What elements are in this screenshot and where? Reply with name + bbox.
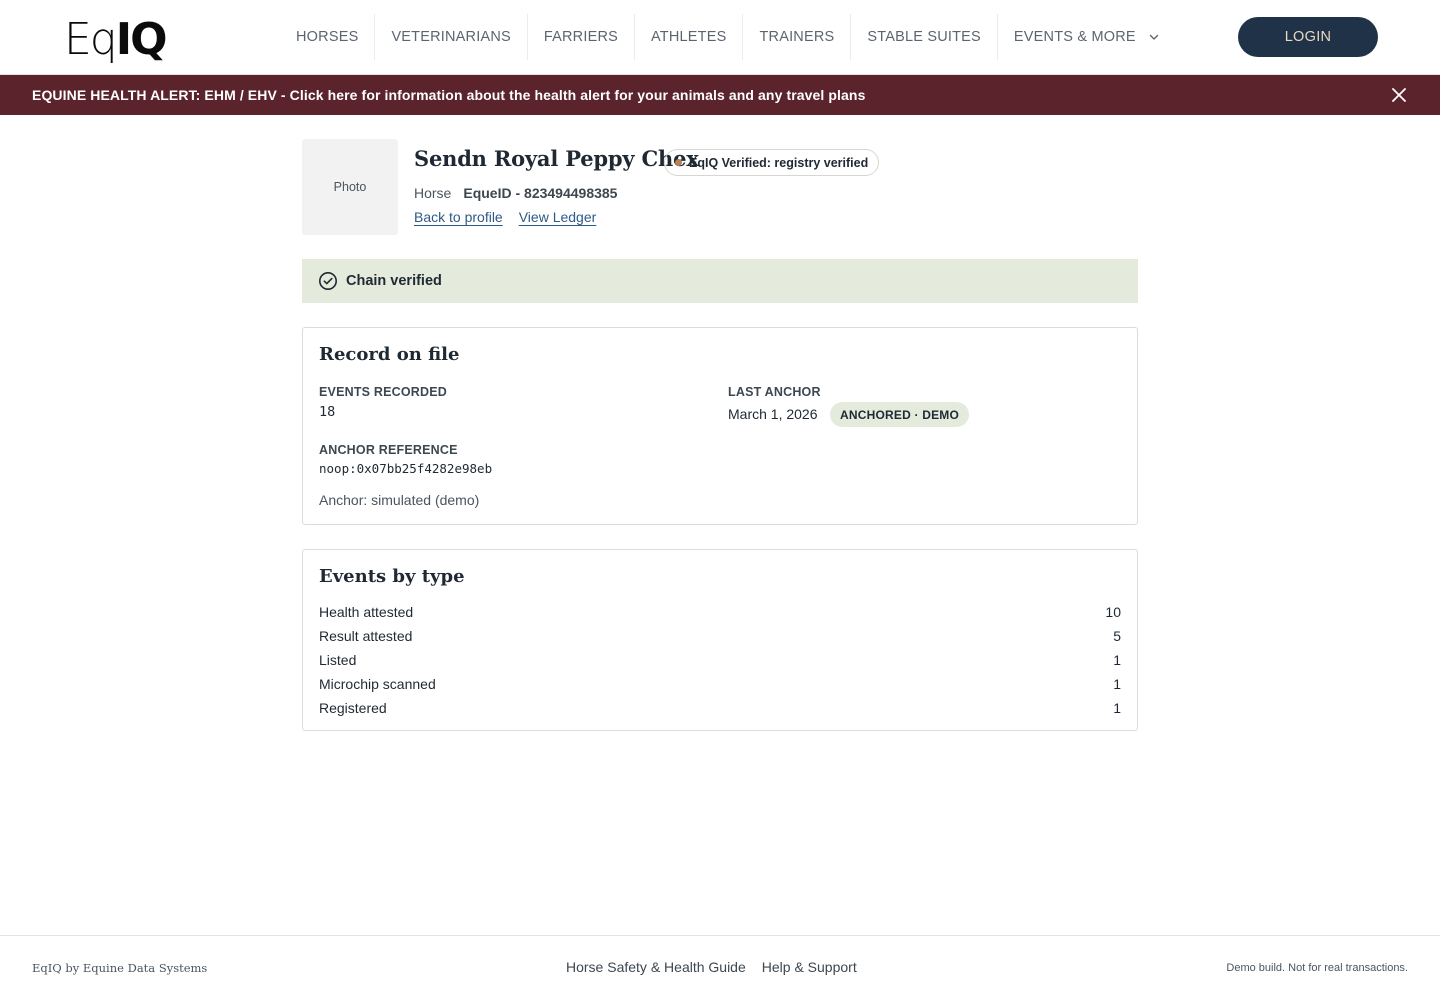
anchored-status-badge: ANCHORED · DEMO [830, 402, 969, 427]
close-icon[interactable] [1390, 86, 1408, 104]
event-type-label: Health attested [319, 604, 414, 620]
status-dot-icon [675, 159, 682, 166]
chain-verified-banner: Chain verified [302, 259, 1138, 303]
nav-athletes[interactable]: ATHLETES [635, 14, 744, 60]
footer-links: Horse Safety & Health Guide Help & Suppo… [566, 959, 857, 975]
record-on-file-card: Record on file EVENTS RECORDED 18 LAST A… [302, 327, 1138, 525]
equeid: EqueID - 823494498385 [463, 185, 618, 201]
photo-label: Photo [333, 180, 367, 194]
record-card-title: Record on file [319, 344, 460, 365]
view-ledger-link[interactable]: View Ledger [519, 209, 597, 225]
login-button[interactable]: LOGIN [1238, 17, 1378, 57]
list-item: Registered 1 [319, 696, 1121, 720]
event-type-count: 10 [1105, 604, 1121, 620]
entity-type: Horse [414, 185, 452, 201]
list-item: Listed 1 [319, 648, 1121, 672]
list-item: Health attested 10 [319, 600, 1121, 624]
check-circle-icon [319, 272, 337, 290]
event-type-count: 1 [1113, 652, 1121, 668]
footer-link-help-support[interactable]: Help & Support [762, 959, 857, 975]
list-item: Microchip scanned 1 [319, 672, 1121, 696]
top-navigation: Eq IQ HORSES VETERINARIANS FARRIERS ATHLE… [0, 0, 1440, 75]
nav-veterinarians[interactable]: VETERINARIANS [375, 14, 528, 60]
event-type-label: Registered [319, 700, 387, 716]
nav-farriers[interactable]: FARRIERS [528, 14, 635, 60]
anchor-reference-value: noop:0x07bb25f4282e98eb [319, 461, 493, 476]
events-by-type-card: Events by type Health attested 10 Result… [302, 549, 1138, 731]
horse-photo-placeholder: Photo [302, 139, 398, 235]
anchor-note: Anchor: simulated (demo) [319, 492, 480, 508]
event-type-label: Microchip scanned [319, 676, 436, 692]
event-type-label: Result attested [319, 628, 413, 644]
nav-events-more-label: EVENTS & MORE [1013, 29, 1136, 45]
event-type-label: Listed [319, 652, 357, 668]
verified-badge: EqIQ Verified: registry verified [664, 149, 880, 176]
events-list: Health attested 10 Result attested 5 Lis… [319, 600, 1121, 720]
logo-light-text: Eq [64, 14, 118, 65]
logo-bold-text: IQ [115, 14, 168, 65]
footer-disclaimer: Demo build. Not for real transactions. [1226, 962, 1408, 974]
footer-brand: EqIQ by Equine Data Systems [32, 961, 208, 975]
nav-trainers[interactable]: TRAINERS [743, 14, 852, 60]
anchor-reference-label: ANCHOR REFERENCE [319, 443, 458, 457]
events-recorded-label: EVENTS RECORDED [319, 385, 448, 399]
footer-link-safety-guide[interactable]: Horse Safety & Health Guide [566, 959, 746, 975]
nav-stable-suites[interactable]: STABLE SUITES [851, 14, 998, 60]
list-item: Result attested 5 [319, 624, 1121, 648]
event-type-count: 1 [1113, 676, 1121, 692]
last-anchor-value: March 1, 2026 [728, 406, 818, 422]
event-type-count: 5 [1113, 628, 1121, 644]
health-alert-banner[interactable]: EQUINE HEALTH ALERT: EHM / EHV - Click h… [0, 75, 1440, 115]
verified-badge-label: EqIQ Verified: registry verified [689, 155, 869, 170]
profile-meta: Horse EqueID - 823494498385 [414, 185, 617, 201]
last-anchor-label: LAST ANCHOR [728, 385, 821, 399]
eqiq-logo[interactable]: Eq IQ [64, 14, 168, 65]
chain-verified-label: Chain verified [346, 273, 442, 289]
nav-horses[interactable]: HORSES [280, 14, 376, 60]
events-card-title: Events by type [319, 566, 465, 587]
event-type-count: 1 [1113, 700, 1121, 716]
health-alert-text[interactable]: EQUINE HEALTH ALERT: EHM / EHV - Click h… [32, 87, 865, 103]
footer: EqIQ by Equine Data Systems Horse Safety… [0, 935, 1440, 1000]
back-to-profile-link[interactable]: Back to profile [414, 209, 503, 225]
horse-name: Sendn Royal Peppy Chex [414, 146, 699, 171]
profile-links: Back to profile View Ledger [414, 209, 596, 225]
events-recorded-value: 18 [319, 404, 336, 420]
nav-events-more-dropdown[interactable]: EVENTS & MORE [998, 14, 1176, 60]
chevron-down-icon [1149, 34, 1158, 40]
main-nav: HORSES VETERINARIANS FARRIERS ATHLETES T… [280, 14, 1176, 60]
